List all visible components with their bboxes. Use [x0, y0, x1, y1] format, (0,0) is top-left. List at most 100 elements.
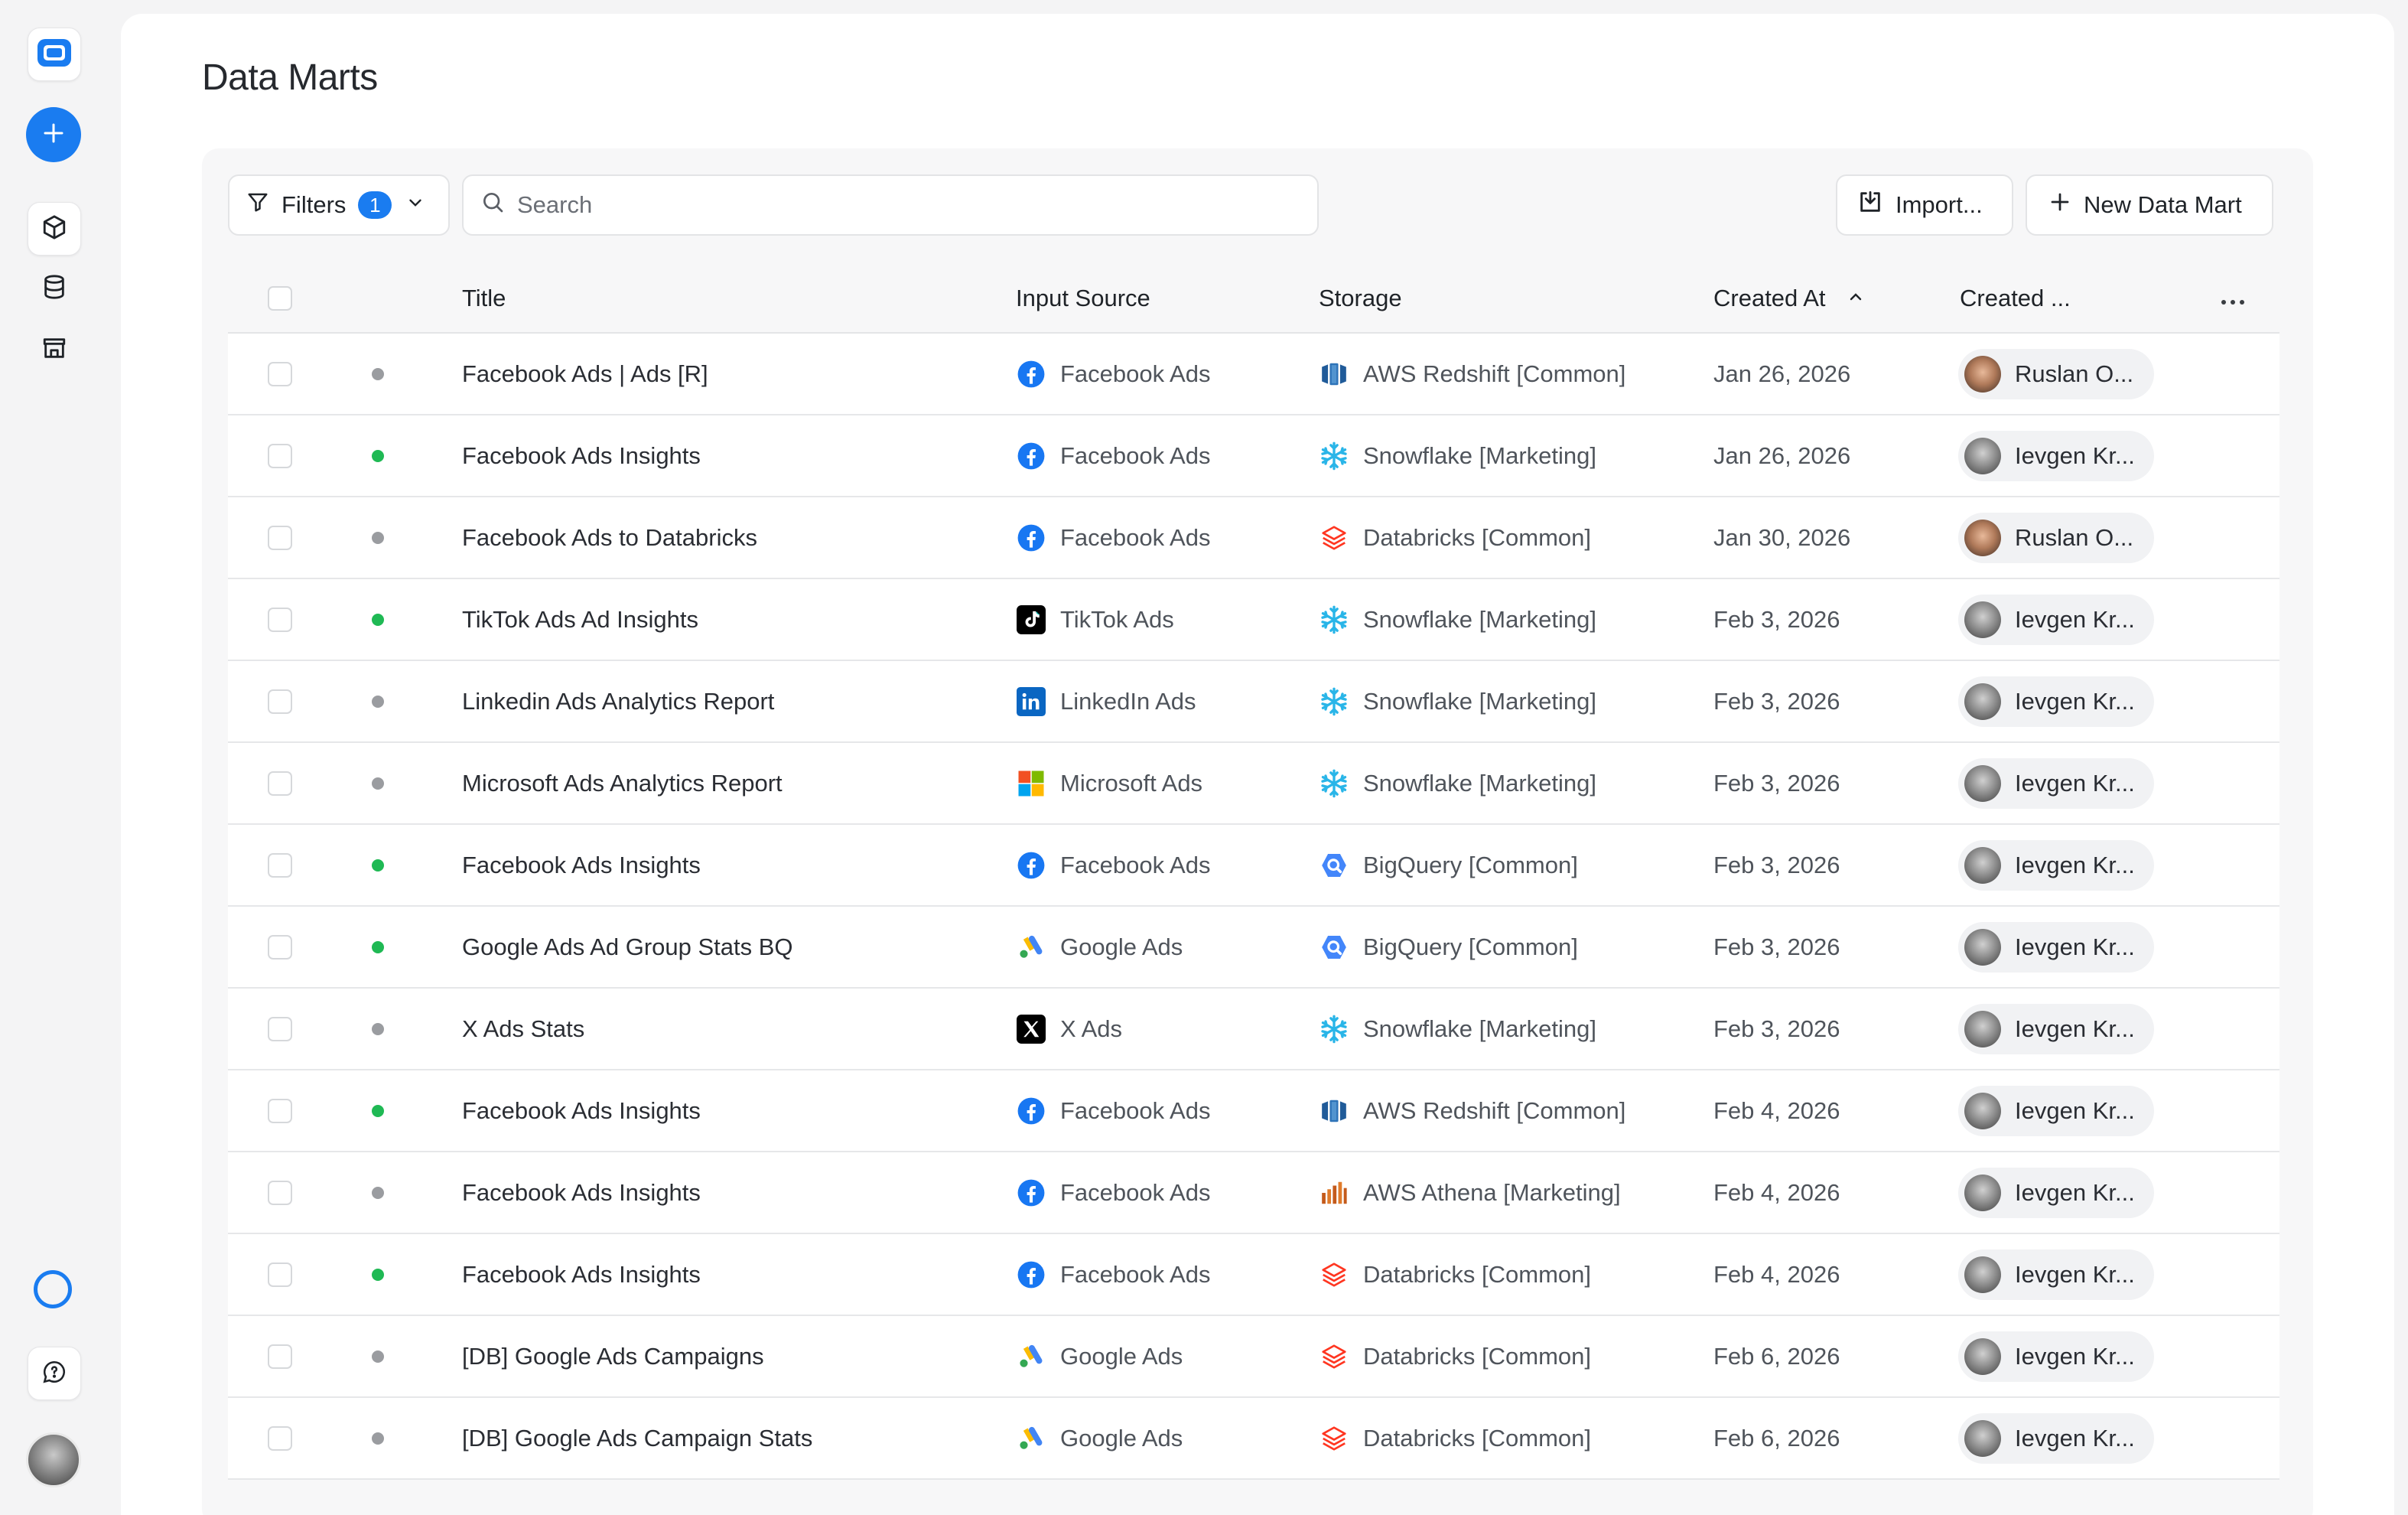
row-checkbox[interactable]: [268, 1016, 292, 1041]
row-storage-label: Snowflake [Marketing]: [1363, 687, 1596, 715]
row-checkbox[interactable]: [268, 1262, 292, 1287]
row-title[interactable]: Facebook Ads | Ads [R]: [462, 334, 708, 414]
table-row[interactable]: TikTok Ads Ad Insights TikTok Ads Snowflak…: [228, 579, 2279, 661]
table-row[interactable]: X Ads Stats X Ads Snowflake [Marketing] Feb…: [228, 989, 2279, 1070]
filters-label: Filters: [281, 191, 347, 218]
creator-chip[interactable]: Ruslan O...: [1958, 348, 2154, 399]
row-title[interactable]: X Ads Stats: [462, 989, 584, 1069]
row-title[interactable]: Google Ads Ad Group Stats BQ: [462, 907, 793, 987]
row-storage-label: Snowflake [Marketing]: [1363, 605, 1596, 633]
creator-name: Ievgen Kr...: [2015, 605, 2135, 633]
column-options-button[interactable]: [2220, 263, 2246, 334]
table-row[interactable]: Facebook Ads Insights Facebook Ads BigQuer…: [228, 825, 2279, 907]
creator-chip[interactable]: Ievgen Kr...: [1958, 1003, 2154, 1054]
table-row[interactable]: Google Ads Ad Group Stats BQ Google Ads Bi…: [228, 907, 2279, 989]
row-storage-label: Databricks [Common]: [1363, 1342, 1592, 1370]
row-title[interactable]: Facebook Ads to Databricks: [462, 497, 757, 578]
creator-chip[interactable]: Ievgen Kr...: [1958, 430, 2154, 481]
table-row[interactable]: [DB] Google Ads Campaigns Google Ads Datab…: [228, 1316, 2279, 1398]
table-row[interactable]: Facebook Ads | Ads [R] Facebook Ads AWS Re…: [228, 334, 2279, 415]
row-select-cell: [268, 334, 292, 414]
row-checkbox[interactable]: [268, 607, 292, 632]
table-row[interactable]: Facebook Ads Insights Facebook Ads Databri…: [228, 1234, 2279, 1316]
nav-storages[interactable]: [28, 262, 81, 315]
row-input-source-label: Google Ads: [1060, 1342, 1183, 1370]
store-icon: [41, 335, 67, 365]
import-button[interactable]: Import...: [1836, 174, 2013, 236]
row-checkbox[interactable]: [268, 771, 292, 796]
row-checkbox[interactable]: [268, 934, 292, 960]
row-title[interactable]: [DB] Google Ads Campaign Stats: [462, 1398, 812, 1478]
row-title[interactable]: TikTok Ads Ad Insights: [462, 579, 698, 660]
creator-chip[interactable]: Ievgen Kr...: [1958, 1085, 2154, 1136]
row-title[interactable]: Facebook Ads Insights: [462, 825, 701, 905]
row-select-cell: [268, 415, 292, 496]
creator-chip[interactable]: Ievgen Kr...: [1958, 1249, 2154, 1300]
linkedin-icon: [1016, 686, 1046, 717]
row-title[interactable]: Facebook Ads Insights: [462, 415, 701, 496]
creator-avatar: [1964, 1010, 2001, 1047]
row-checkbox[interactable]: [268, 525, 292, 550]
row-created-at-text: Feb 3, 2026: [1713, 687, 1840, 715]
column-header-created-by[interactable]: Created ...: [1960, 263, 2071, 334]
creator-chip[interactable]: Ievgen Kr...: [1958, 1412, 2154, 1464]
creator-chip[interactable]: Ievgen Kr...: [1958, 921, 2154, 973]
status-dot-active: [372, 858, 384, 872]
column-header-title[interactable]: Title: [462, 263, 506, 334]
column-header-input-source[interactable]: Input Source: [1016, 263, 1150, 334]
row-title-text: Facebook Ads Insights: [462, 851, 701, 878]
snowflake-icon: [1319, 604, 1349, 635]
row-title[interactable]: Microsoft Ads Analytics Report: [462, 743, 783, 823]
column-header-created-at[interactable]: Created At: [1713, 263, 1865, 334]
row-title[interactable]: [DB] Google Ads Campaigns: [462, 1316, 764, 1396]
nav-destinations[interactable]: [28, 323, 81, 376]
creator-chip[interactable]: Ievgen Kr...: [1958, 594, 2154, 645]
row-title-text: [DB] Google Ads Campaign Stats: [462, 1424, 813, 1451]
user-avatar[interactable]: [26, 1432, 81, 1487]
select-all-checkbox[interactable]: [268, 286, 292, 311]
new-data-mart-button[interactable]: New Data Mart: [2026, 174, 2273, 236]
row-checkbox[interactable]: [268, 1180, 292, 1205]
table-row[interactable]: Facebook Ads Insights Facebook Ads Snowfla…: [228, 415, 2279, 497]
creator-chip[interactable]: Ievgen Kr...: [1958, 758, 2154, 809]
table-row[interactable]: Microsoft Ads Analytics Report Microsoft …: [228, 743, 2279, 825]
creator-chip[interactable]: Ievgen Kr...: [1958, 1167, 2154, 1218]
add-button[interactable]: [26, 107, 81, 162]
row-title[interactable]: Facebook Ads Insights: [462, 1234, 701, 1315]
row-storage-label: BigQuery [Common]: [1363, 933, 1578, 960]
status-cell: [372, 1316, 384, 1396]
table-row[interactable]: Facebook Ads to Databricks Facebook Ads Da…: [228, 497, 2279, 579]
row-title[interactable]: Facebook Ads Insights: [462, 1070, 701, 1151]
facebook-icon: [1016, 1178, 1046, 1208]
row-checkbox[interactable]: [268, 689, 292, 714]
search-input[interactable]: Search: [462, 174, 1319, 236]
creator-chip[interactable]: Ruslan O...: [1958, 512, 2154, 563]
creator-chip[interactable]: Ievgen Kr...: [1958, 839, 2154, 891]
row-checkbox[interactable]: [268, 361, 292, 386]
table-row[interactable]: Facebook Ads Insights Facebook Ads AWS Red…: [228, 1070, 2279, 1152]
row-checkbox[interactable]: [268, 852, 292, 878]
facebook-icon: [1016, 359, 1046, 389]
table-row[interactable]: Facebook Ads Insights Facebook Ads AWS Ath…: [228, 1152, 2279, 1234]
row-checkbox[interactable]: [268, 1425, 292, 1451]
filters-button[interactable]: Filters 1: [228, 174, 450, 236]
creator-chip[interactable]: Ievgen Kr...: [1958, 1331, 2154, 1382]
row-checkbox[interactable]: [268, 1344, 292, 1369]
help-button[interactable]: [28, 1347, 81, 1400]
row-checkbox[interactable]: [268, 1098, 292, 1123]
creator-chip[interactable]: Ievgen Kr...: [1958, 676, 2154, 727]
row-storage: Databricks [Common]: [1319, 497, 1591, 578]
table-row[interactable]: [DB] Google Ads Campaign Stats Google Ads…: [228, 1398, 2279, 1480]
row-title[interactable]: Facebook Ads Insights: [462, 1152, 701, 1233]
creator-name: Ievgen Kr...: [2015, 1260, 2135, 1288]
column-header-storage[interactable]: Storage: [1319, 263, 1402, 334]
nav-data-marts[interactable]: [28, 202, 81, 256]
status-ring-icon[interactable]: [34, 1270, 72, 1308]
page-title: Data Marts: [202, 57, 378, 98]
row-created-by: Ievgen Kr...: [1958, 1152, 2154, 1233]
app-logo-button[interactable]: [28, 28, 81, 81]
row-checkbox[interactable]: [268, 443, 292, 468]
row-title[interactable]: Linkedin Ads Analytics Report: [462, 661, 774, 741]
status-cell: [372, 825, 384, 905]
table-row[interactable]: Linkedin Ads Analytics Report LinkedIn Ad…: [228, 661, 2279, 743]
